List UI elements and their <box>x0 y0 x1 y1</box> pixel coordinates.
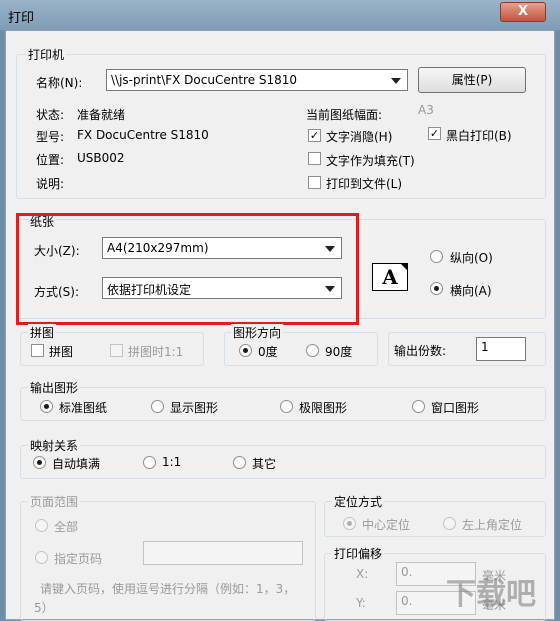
location-value: USB002 <box>77 151 125 165</box>
page-all-radio[interactable] <box>35 519 48 532</box>
mapping-autofill-radio[interactable] <box>33 456 46 469</box>
positioning-group-title: 定位方式 <box>332 493 385 510</box>
output-display-label: 显示图形 <box>170 401 219 415</box>
bw-print-label: 黑白打印(B) <box>446 129 512 143</box>
rotation-0-radio[interactable] <box>239 344 252 357</box>
page-range-hint-line1: 请键入页码，使用逗号进行分隔（例如：1，3， <box>40 582 296 596</box>
copies-value: 1 <box>481 340 489 354</box>
close-button[interactable]: X <box>500 2 546 22</box>
output-graphics-group-title: 输出图形 <box>28 379 81 396</box>
output-window-radio[interactable] <box>412 400 425 413</box>
printer-name-select[interactable]: \\js-print\FX DocuCentre S1810 <box>106 69 408 91</box>
page-specified-radio[interactable] <box>35 551 48 564</box>
hide-text-checkbox[interactable]: ✓ <box>308 129 321 142</box>
paper-source-label: 方式(S): <box>34 285 80 299</box>
offset-x-label: X: <box>356 567 369 581</box>
mapping-group-title: 映射关系 <box>28 437 81 454</box>
output-standard-radio[interactable] <box>40 400 53 413</box>
properties-button[interactable]: 属性(P) <box>418 67 526 93</box>
output-limits-radio[interactable] <box>280 400 293 413</box>
mapping-1to1-radio[interactable] <box>143 456 156 469</box>
tile-label: 拼图 <box>49 345 74 359</box>
printer-name-value: \\js-print\FX DocuCentre S1810 <box>111 73 298 87</box>
rotation-90-radio[interactable] <box>306 344 319 357</box>
paper-size-label: 大小(Z): <box>34 244 80 258</box>
rotation-90-label: 90度 <box>325 345 353 359</box>
offset-y-label: Y: <box>356 596 366 610</box>
orientation-preview-icon: A <box>372 263 408 291</box>
text-as-fill-checkbox[interactable] <box>308 152 321 165</box>
status-label: 状态: <box>36 108 65 122</box>
output-display-radio[interactable] <box>151 400 164 413</box>
page-range-input[interactable] <box>143 541 303 565</box>
location-label: 位置: <box>36 153 65 167</box>
comment-label: 说明: <box>36 177 65 191</box>
tile-1to1-checkbox[interactable] <box>110 344 123 357</box>
landscape-radio[interactable] <box>430 282 443 295</box>
status-value: 准备就绪 <box>77 108 126 122</box>
hide-text-label: 文字消隐(H) <box>326 130 393 144</box>
paper-source-value: 依据打印机设定 <box>107 283 192 297</box>
position-topleft-radio[interactable] <box>443 517 456 530</box>
offset-group-title: 打印偏移 <box>332 545 385 562</box>
tile-checkbox[interactable] <box>31 344 44 357</box>
output-limits-label: 极限图形 <box>299 401 348 415</box>
copies-input[interactable]: 1 <box>476 337 526 361</box>
output-standard-label: 标准图纸 <box>59 401 108 415</box>
position-topleft-label: 左上角定位 <box>462 518 523 532</box>
mapping-other-radio[interactable] <box>233 456 246 469</box>
position-center-radio[interactable] <box>343 517 356 530</box>
page-range-hint-line2: 5） <box>34 601 54 615</box>
position-center-label: 中心定位 <box>362 518 411 532</box>
offset-y-value: 0. <box>401 594 413 608</box>
paper-size-select[interactable]: A4(210x297mm) <box>102 237 342 259</box>
tiling-group-title: 拼图 <box>28 324 57 341</box>
offset-x-value: 0. <box>401 565 413 579</box>
type-label: 型号: <box>36 130 65 144</box>
mapping-1to1-label: 1:1 <box>162 455 182 469</box>
type-value: FX DocuCentre S1810 <box>77 128 209 142</box>
current-paper-value: A3 <box>418 103 434 117</box>
mapping-other-label: 其它 <box>252 457 277 471</box>
output-window-label: 窗口图形 <box>431 401 480 415</box>
print-to-file-checkbox[interactable] <box>308 176 321 189</box>
title-bar: 打印 X <box>0 0 560 30</box>
chevron-down-icon <box>325 286 335 292</box>
portrait-radio[interactable] <box>430 250 443 263</box>
rotation-group-title: 图形方向 <box>231 324 284 341</box>
mapping-autofill-label: 自动填满 <box>52 457 101 471</box>
current-paper-label: 当前图纸幅面: <box>306 108 383 122</box>
page-specified-label: 指定页码 <box>54 552 103 566</box>
close-icon: X <box>517 4 529 19</box>
dialog-body: 打印机 名称(N): \\js-print\FX DocuCentre S181… <box>5 30 555 621</box>
text-as-fill-label: 文字作为填充(T) <box>326 154 415 168</box>
bw-print-checkbox[interactable]: ✓ <box>428 127 441 140</box>
copies-label: 输出份数: <box>394 344 447 358</box>
printer-group-title: 打印机 <box>26 46 67 63</box>
watermark-logo: 下载吧 <box>446 577 536 612</box>
orientation-icon-letter: A <box>382 265 398 289</box>
tile-1to1-label: 拼图时1:1 <box>128 345 184 359</box>
paper-source-select[interactable]: 依据打印机设定 <box>102 277 342 299</box>
printer-name-label: 名称(N): <box>36 76 83 90</box>
page-all-label: 全部 <box>54 520 79 534</box>
chevron-down-icon <box>391 78 401 84</box>
print-to-file-label: 打印到文件(L) <box>326 177 403 191</box>
rotation-0-label: 0度 <box>258 345 278 359</box>
page-range-group-title: 页面范围 <box>28 493 81 510</box>
paper-size-value: A4(210x297mm) <box>107 241 209 255</box>
highlight-box <box>16 213 359 325</box>
landscape-label: 横向(A) <box>450 284 492 298</box>
chevron-down-icon <box>325 246 335 252</box>
portrait-label: 纵向(O) <box>450 251 493 265</box>
properties-button-label: 属性(P) <box>451 73 493 87</box>
window-title: 打印 <box>8 11 35 26</box>
